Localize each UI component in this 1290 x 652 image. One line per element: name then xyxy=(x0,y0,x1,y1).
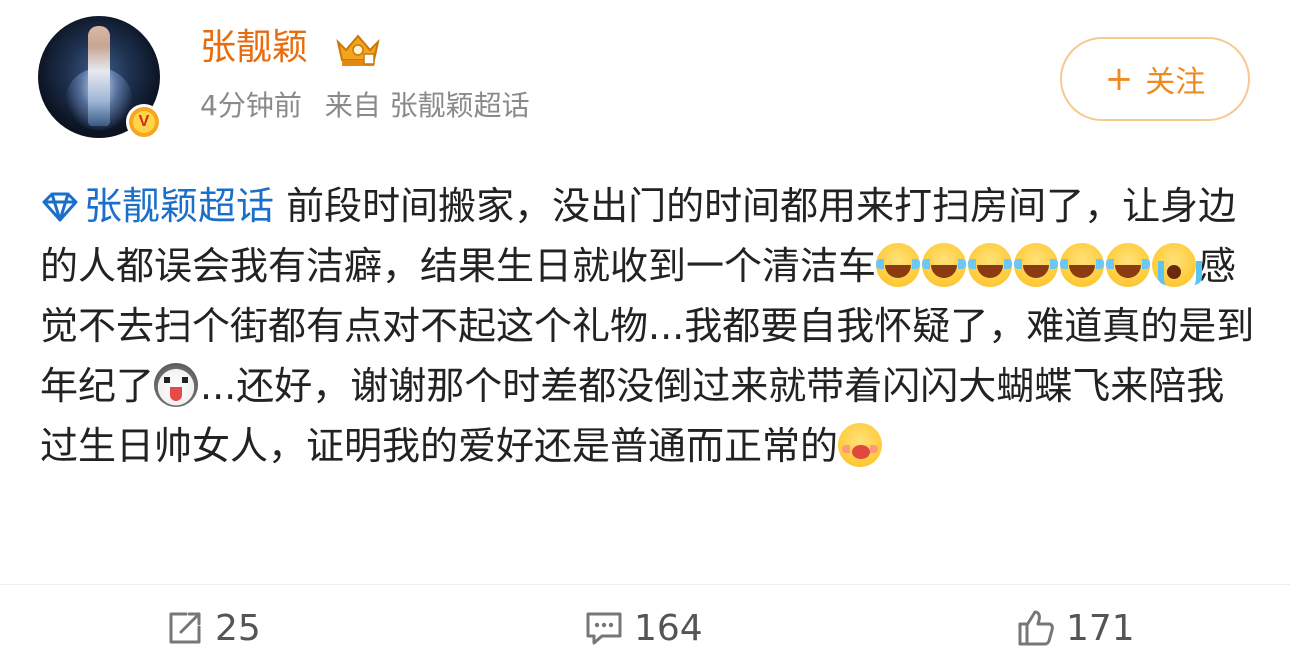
action-bar: 25 164 171 xyxy=(0,585,1290,652)
post-header: V 张靓颖 4分钟前 来自 张靓颖超话 + 关注 xyxy=(0,0,1290,150)
repost-count: 25 xyxy=(215,607,261,649)
plus-icon: + xyxy=(1104,59,1134,99)
post-meta: 4分钟前 来自 张靓颖超话 xyxy=(200,86,544,126)
post-content: 张靓颖超话 前段时间搬家，没出门的时间都用来打扫房间了，让身边的人都误会我有洁癖… xyxy=(40,176,1260,476)
post-text-part-3: ...还好，谢谢那个时差都没倒过来就带着闪闪大蝴蝶飞来陪我过生日帅女人，证明我的… xyxy=(40,364,1225,468)
post-source[interactable]: 来自 张靓颖超话 xyxy=(325,89,530,122)
comment-icon xyxy=(586,612,622,645)
laugh-cry-emoji-icon xyxy=(968,243,1013,287)
avatar-figure xyxy=(88,26,110,126)
verified-badge-icon: V xyxy=(126,104,162,140)
user-avatar[interactable]: V xyxy=(38,16,162,140)
laugh-cry-emoji-icon xyxy=(1014,243,1059,287)
post-time: 4分钟前 xyxy=(200,89,302,122)
like-button[interactable]: 171 xyxy=(1016,603,1135,652)
verified-badge-label: V xyxy=(133,111,155,133)
repost-button[interactable]: 25 xyxy=(165,603,261,652)
super-topic-link[interactable]: 张靓颖超话 xyxy=(40,184,274,228)
blushing-emoji-icon xyxy=(838,423,883,467)
repost-icon xyxy=(169,612,201,644)
like-count: 171 xyxy=(1066,607,1135,649)
super-topic-label: 张靓颖超话 xyxy=(84,184,275,228)
username[interactable]: 张靓颖 xyxy=(200,26,308,70)
crying-emoji-icon xyxy=(1152,243,1203,287)
crown-badge-icon xyxy=(336,34,380,66)
laugh-cry-emoji-icon xyxy=(922,243,967,287)
thumbs-up-icon xyxy=(1018,610,1054,646)
comment-button[interactable]: 164 xyxy=(584,603,703,652)
laugh-cry-emoji-icon xyxy=(876,243,921,287)
husky-emoji-icon xyxy=(154,363,199,407)
comment-count: 164 xyxy=(634,607,703,649)
laugh-cry-emoji-icon xyxy=(1060,243,1105,287)
laugh-cry-emoji-icon xyxy=(1106,243,1151,287)
super-topic-diamond-icon xyxy=(42,192,78,222)
follow-label: 关注 xyxy=(1145,65,1206,100)
follow-button[interactable]: + 关注 xyxy=(1060,37,1250,121)
